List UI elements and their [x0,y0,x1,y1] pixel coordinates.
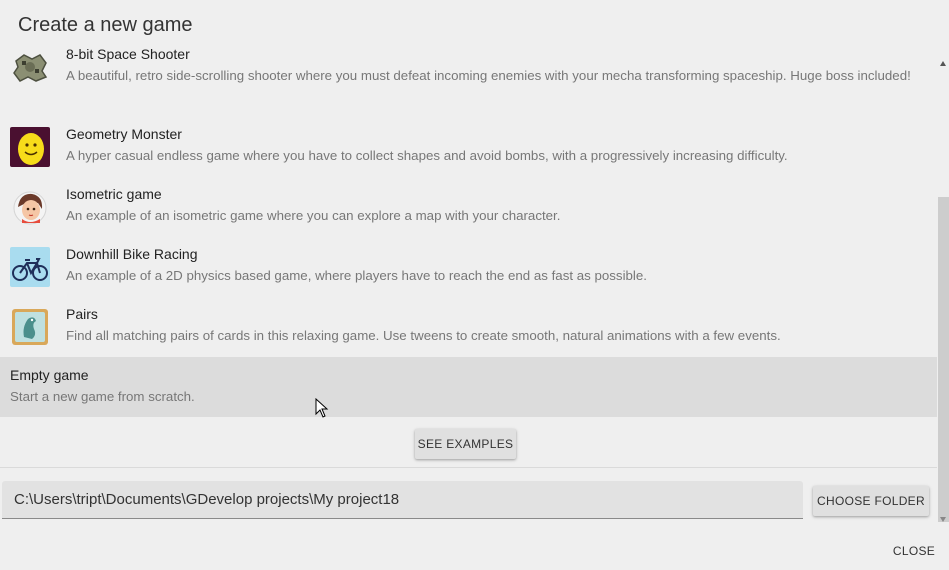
game-title: Downhill Bike Racing [66,246,198,262]
games-list: 8-bit Space Shooter A beautiful, retro s… [0,47,937,417]
scrollbar-thumb[interactable] [938,197,949,522]
game-item-isometric[interactable]: Isometric game An example of an isometri… [0,183,937,243]
game-title: Geometry Monster [66,126,182,142]
game-description: Find all matching pairs of cards in this… [66,328,781,343]
character-icon [10,187,50,227]
cards-icon [10,307,50,347]
see-examples-button[interactable]: See examples [415,429,516,459]
project-path-field[interactable] [2,481,803,519]
scroll-up-arrow-icon[interactable] [940,61,946,66]
game-description: An example of a 2D physics based game, w… [66,268,647,283]
game-item-empty[interactable]: Empty game Start a new game from scratch… [0,357,937,417]
game-item-downhill-bike[interactable]: Downhill Bike Racing An example of a 2D … [0,243,937,303]
game-item-pairs[interactable]: Pairs Find all matching pairs of cards i… [0,303,937,363]
monster-icon [10,127,50,167]
scroll-down-arrow-icon[interactable] [940,517,946,522]
mouse-cursor-icon [315,397,329,423]
game-description: Start a new game from scratch. [10,389,195,404]
game-description: An example of an isometric game where yo… [66,208,561,223]
game-title: Pairs [66,306,98,322]
game-item-space-shooter[interactable]: 8-bit Space Shooter A beautiful, retro s… [0,47,937,103]
spaceship-icon [10,47,50,87]
list-scrollbar[interactable] [937,55,949,525]
game-title: Empty game [10,367,89,383]
game-item-geometry-monster[interactable]: Geometry Monster A hyper casual endless … [0,123,937,183]
divider [0,467,937,468]
choose-folder-button[interactable]: Choose folder [813,486,929,516]
close-button[interactable]: Close [885,538,943,564]
game-description: A beautiful, retro side-scrolling shoote… [66,68,911,83]
game-description: A hyper casual endless game where you ha… [66,148,788,163]
game-title: 8-bit Space Shooter [66,47,190,62]
game-title: Isometric game [66,186,162,202]
dialog-title: Create a new game [18,14,193,36]
bike-icon [10,247,50,287]
